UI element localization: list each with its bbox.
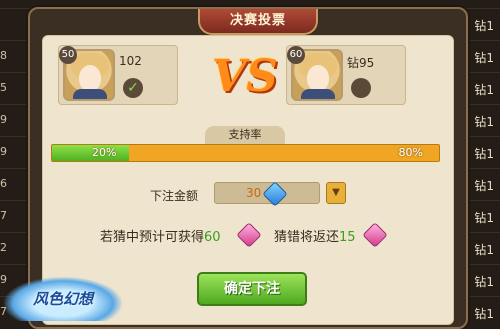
bet-amount-value: 30 [246,186,262,200]
dialog-title: 决赛投票 [198,9,318,35]
support-left-percent: 20% [92,146,117,159]
win-reward-text: 若猜中预计可获得60 [100,230,221,245]
check-icon[interactable]: ✓ [123,78,143,98]
background-row-right-text: 钻1 [474,307,494,321]
background-row-left-text: 9 [0,113,7,126]
background-row-right-text: 钻1 [474,275,494,289]
vs-emblem: VS [212,51,278,102]
background-row-left-text: 2 [0,241,7,254]
background-row-left-text: 7 [0,209,7,222]
background-row-right-text: 钻1 [474,179,494,193]
support-rate-fill-left [52,145,130,161]
background-row-right-text: 钻1 [474,51,494,65]
support-rate-bar: 20% 80% [51,144,440,162]
game-logo: 风色幻想 [4,277,122,321]
support-rate-label: 支持率 [205,126,285,144]
player-level-right: 60 [287,46,305,64]
background-row-left-text: 9 [0,145,7,158]
player-votes-right: 钻95 [347,56,375,70]
background-row-left-text: 5 [0,81,7,94]
lose-refund-text: 猜错将返还15 [274,230,356,245]
background-row-right-text: 钻1 [474,115,494,129]
background-row-left-text: 6 [0,177,7,190]
support-right-percent: 80% [398,146,423,159]
bet-amount-label: 下注金额 [150,189,199,203]
chevron-down-icon[interactable]: ▼ [326,182,346,204]
player-level-left: 50 [59,46,77,64]
background-row-right-text: 钻1 [474,243,494,257]
background-row-right-text: 钻1 [474,19,494,33]
player-votes-left: 102 [119,54,142,68]
background-row-right-text: 钻1 [474,211,494,225]
select-right-button[interactable] [351,78,371,98]
confirm-bet-button[interactable]: 确定下注 [197,272,307,306]
background-row-right-text: 钻1 [474,83,494,97]
background-row-right-text: 钻1 [474,147,494,161]
player-card-right[interactable]: 60 钻95 [286,45,406,105]
background-row-left-text: 8 [0,49,7,62]
player-card-left[interactable]: 50 102 ✓ [58,45,178,105]
